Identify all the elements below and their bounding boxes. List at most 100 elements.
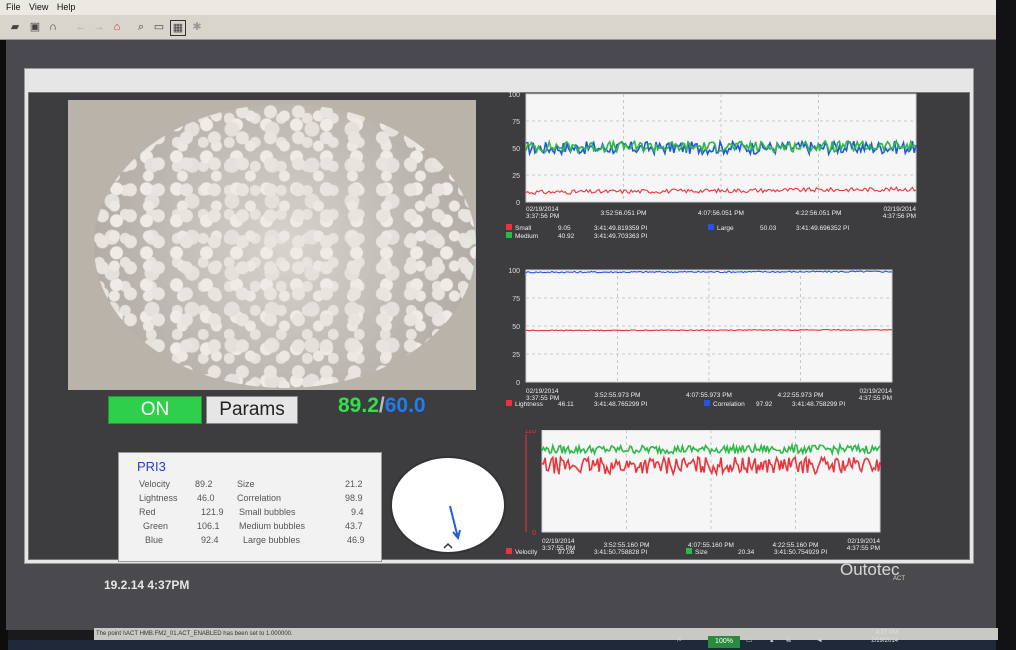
legend-swatch bbox=[506, 548, 512, 554]
pri-value: 43.7 bbox=[345, 521, 363, 531]
pri-value: 98.9 bbox=[345, 493, 363, 503]
y-tick-label: 50 bbox=[512, 324, 520, 331]
menu-file[interactable]: File bbox=[6, 0, 21, 15]
pri-row: Red 121.9 Small bubbles 9.4 bbox=[119, 505, 381, 519]
y-tick-label: 0 bbox=[516, 200, 520, 207]
froth-camera-image bbox=[94, 104, 476, 388]
legend-name: Lightness bbox=[515, 401, 544, 408]
x-tick-label: 4:37:56 PM bbox=[883, 213, 916, 220]
x-tick-label: 3:52:55.160 PM bbox=[604, 542, 650, 549]
pri-label: Small bubbles bbox=[239, 507, 296, 517]
legend-name: Medium bbox=[515, 233, 538, 240]
toolbar: ▰ ▣ ∩ ← → ⌂ ⌕ ▭ ▦ ✱ bbox=[0, 15, 996, 40]
y-tick-label: 75 bbox=[512, 119, 520, 126]
y-tick-label: 100 bbox=[508, 92, 520, 99]
pri-label: Large bubbles bbox=[243, 535, 301, 545]
pri-value: 92.4 bbox=[201, 535, 219, 545]
zoom-icon[interactable]: ⌕ bbox=[134, 20, 148, 34]
y-tick-label: 75 bbox=[512, 296, 520, 303]
home-icon[interactable]: ⌂ bbox=[110, 20, 124, 34]
tray-clock[interactable]: 4:37 PM 2/19/2014 bbox=[846, 629, 898, 645]
tray-time: 4:37 PM bbox=[875, 630, 898, 636]
x-tick-label: 4:22:56.051 PM bbox=[796, 210, 842, 217]
on-button[interactable]: ON bbox=[108, 396, 202, 424]
pri-value: 89.2 bbox=[195, 479, 213, 489]
legend-timestamp: 3:41:48.765299 PI bbox=[594, 401, 647, 408]
y-tick-label: 50 bbox=[512, 146, 520, 153]
x-tick-date: 02/19/2014 bbox=[847, 538, 880, 545]
velocity-lightness-readout: 89.2/60.0 bbox=[338, 392, 426, 420]
legend-timestamp: 3:41:50.754929 PI bbox=[774, 549, 827, 556]
x-tick-date: 02/19/2014 bbox=[542, 538, 575, 545]
pri-row: Blue 92.4 Large bubbles 46.9 bbox=[119, 533, 381, 547]
legend-swatch bbox=[708, 224, 714, 230]
legend-swatch bbox=[686, 548, 692, 554]
legend-name: Size bbox=[695, 549, 708, 556]
status-datetime: 19.2.14 4:37PM bbox=[104, 578, 190, 592]
pri-row: Green 106.1 Medium bubbles 43.7 bbox=[119, 519, 381, 533]
pri-value: 46.9 bbox=[347, 535, 365, 545]
params-button[interactable]: Params bbox=[206, 396, 298, 424]
pri-label: Velocity bbox=[139, 479, 171, 489]
pri-label: Size bbox=[237, 479, 255, 489]
zoom-region-icon[interactable]: ▭ bbox=[152, 20, 166, 34]
pri-value: 106.1 bbox=[197, 521, 220, 531]
legend-value: 97.06 bbox=[558, 549, 575, 556]
x-tick-date: 02/19/2014 bbox=[883, 206, 916, 213]
legend-value: 50.03 bbox=[760, 225, 777, 232]
y-tick-label: 25 bbox=[512, 352, 520, 359]
folder-icon[interactable]: ▰ bbox=[8, 20, 22, 34]
menu-bar: File View Help bbox=[0, 0, 996, 15]
legend-value: 20.34 bbox=[738, 549, 755, 556]
readout-lightness: 60.0 bbox=[384, 394, 426, 417]
legend-swatch bbox=[506, 232, 512, 238]
tray-date: 2/19/2014 bbox=[871, 638, 898, 644]
y-tick-label: 0 bbox=[516, 380, 520, 387]
arrow-right-icon[interactable]: → bbox=[92, 20, 106, 34]
dial-needle-icon bbox=[443, 505, 461, 549]
legend-timestamp: 3:41:49.696352 PI bbox=[796, 225, 849, 232]
legend-name: Large bbox=[717, 225, 734, 232]
tray-zoom-badge[interactable]: 100% bbox=[708, 636, 740, 648]
pri-value: 21.2 bbox=[345, 479, 363, 489]
y-tick-label: 0 bbox=[532, 530, 536, 537]
x-tick-label: 4:37:55 PM bbox=[847, 545, 880, 552]
tray-window-icon[interactable]: ▭ bbox=[746, 636, 754, 646]
x-tick-label: 3:52:56.051 PM bbox=[601, 210, 647, 217]
velocity-dial bbox=[390, 456, 506, 554]
arrow-left-icon[interactable]: ← bbox=[74, 20, 88, 34]
tray-volume-icon[interactable]: ◄ bbox=[816, 636, 824, 646]
gear-icon[interactable]: ✱ bbox=[190, 20, 204, 34]
pri-title: PRI3 bbox=[137, 459, 166, 474]
legend-value: 97.92 bbox=[756, 401, 773, 408]
lightness-correlation-chart: 100755025002/19/20143:37:55 PM 3:52:55.97… bbox=[506, 268, 893, 408]
pri-row: Velocity 89.2 Size 21.2 bbox=[119, 477, 381, 491]
chart-icon[interactable]: ▦ bbox=[170, 20, 186, 36]
pri-label: Blue bbox=[145, 535, 164, 545]
legend-value: 9.05 bbox=[558, 225, 571, 232]
pri-label: Lightness bbox=[139, 493, 178, 503]
velocity-size-chart: 120002/19/20143:37:55 PM 3:52:55.160 PM 4:… bbox=[506, 430, 881, 556]
pri-value: 9.4 bbox=[351, 507, 364, 517]
legend-name: Velocity bbox=[515, 549, 538, 556]
pri-value: 121.9 bbox=[201, 507, 224, 517]
legend-timestamp: 3:41:50.758828 PI bbox=[594, 549, 647, 556]
x-tick-label: 4:22:55.160 PM bbox=[773, 542, 819, 549]
tray-flag-icon[interactable]: ⚑ bbox=[676, 636, 684, 646]
x-tick-label: 3:37:56 PM bbox=[526, 213, 559, 220]
tray-network-icon[interactable]: ⧉ bbox=[786, 636, 794, 646]
y-tick-label: 100 bbox=[508, 268, 520, 275]
magnet-icon[interactable]: ∩ bbox=[46, 20, 60, 34]
legend-timestamp: 3:41:49.819359 PI bbox=[594, 225, 647, 232]
pri-value: 46.0 bbox=[197, 493, 215, 503]
x-tick-date: 02/19/2014 bbox=[526, 206, 559, 213]
legend-swatch bbox=[704, 400, 710, 406]
tray-arrow-icon[interactable]: ▴ bbox=[770, 636, 778, 646]
save-icon[interactable]: ▣ bbox=[28, 20, 42, 34]
legend-name: Small bbox=[515, 225, 532, 232]
menu-help[interactable]: Help bbox=[57, 0, 76, 15]
x-tick-label: 4:22:55.973 PM bbox=[778, 392, 824, 399]
pri-label: Green bbox=[143, 521, 169, 531]
menu-view[interactable]: View bbox=[29, 0, 48, 15]
bubble-size-chart: 100755025002/19/20143:37:56 PM 3:52:56.05… bbox=[506, 92, 917, 240]
